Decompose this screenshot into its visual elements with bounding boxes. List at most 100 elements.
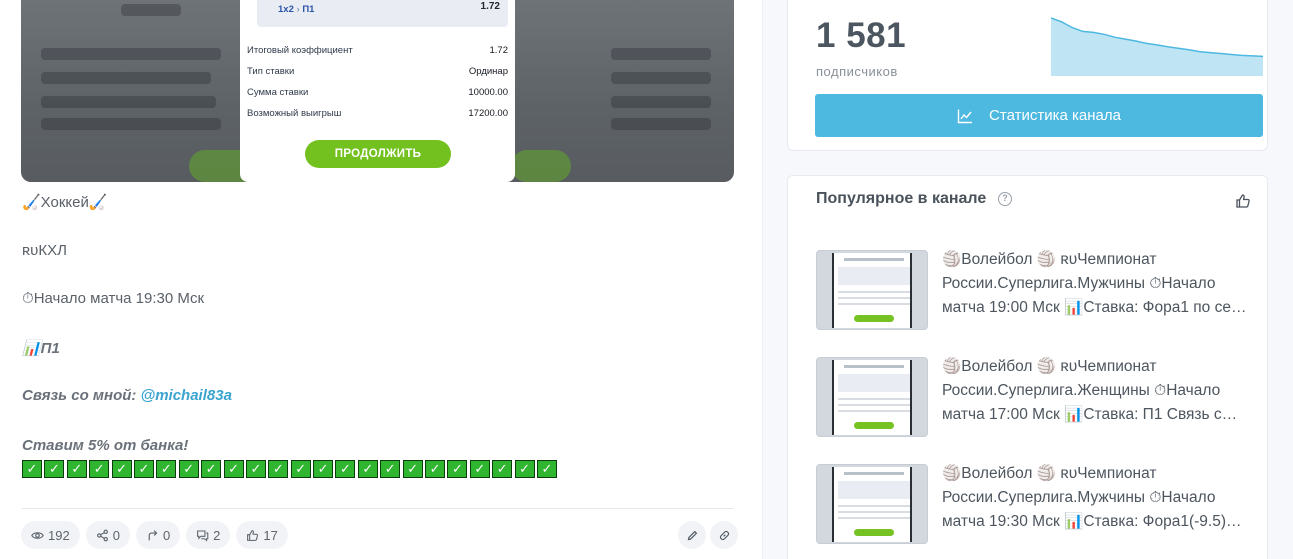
checkmark-icon: ✓ bbox=[178, 460, 199, 478]
line-chart-icon bbox=[957, 109, 973, 123]
bet-selection: П1 bbox=[302, 4, 315, 15]
slip-row-value: 10000.00 bbox=[468, 87, 508, 98]
checkmark-icon: ✓ bbox=[156, 460, 177, 478]
checkmark-icon: ✓ bbox=[335, 460, 356, 478]
bet-slip-selection: 1x2 › П1 1.72 bbox=[257, 0, 508, 27]
views-count: 192 bbox=[48, 527, 70, 543]
post-line-contact: Связь со мной: @michail83a bbox=[22, 387, 232, 404]
chevron-right-icon: › bbox=[296, 4, 300, 15]
popular-item-thumbnail bbox=[816, 250, 928, 330]
blurred-bg bbox=[611, 96, 711, 108]
slip-row-label: Итоговый коэффициент bbox=[247, 45, 353, 56]
checkmark-icon: ✓ bbox=[44, 460, 65, 478]
checkmark-icon: ✓ bbox=[313, 460, 334, 478]
checkmark-icon: ✓ bbox=[514, 460, 535, 478]
checkmark-icon: ✓ bbox=[447, 460, 468, 478]
checkmark-icon: ✓ bbox=[89, 460, 110, 478]
popular-item-thumbnail bbox=[816, 464, 928, 544]
popular-title: Популярное в канале bbox=[816, 190, 987, 207]
popular-item[interactable]: 🏐Волейбол 🏐 ʀᴜЧемпионат России.Суперлига… bbox=[816, 464, 1261, 544]
comment-icon bbox=[197, 530, 209, 541]
channel-stats-label: Статистика канала bbox=[989, 107, 1121, 124]
popular-item-text: 🏐Волейбол 🏐 ʀᴜЧемпионат России.Суперлига… bbox=[942, 251, 1247, 316]
forwards-count: 0 bbox=[162, 527, 171, 543]
checkmark-icon: ✓ bbox=[357, 460, 378, 478]
slip-row-label: Тип ставки bbox=[247, 66, 295, 77]
subscribers-label: подписчиков bbox=[816, 64, 898, 79]
checkmark-row: ✓ ✓ ✓ ✓ ✓ ✓ ✓ ✓ ✓ ✓ ✓ ✓ ✓ ✓ ✓ ✓ ✓ ✓ ✓ ✓ ✓ ✓ ✓ ✓ bbox=[22, 460, 557, 478]
share-button[interactable]: 0 bbox=[85, 521, 130, 549]
slip-row-label: Сумма ставки bbox=[247, 87, 309, 98]
checkmark-icon: ✓ bbox=[201, 460, 222, 478]
trend-area bbox=[1051, 18, 1263, 76]
checkmark-icon: ✓ bbox=[402, 460, 423, 478]
edit-button[interactable] bbox=[678, 521, 706, 549]
checkmark-icon: ✓ bbox=[425, 460, 446, 478]
post-line-sport: 🏑Хоккей🏑 bbox=[22, 194, 108, 211]
blurred-bg bbox=[41, 96, 216, 108]
post-line-time: ⏱Начало матча 19:30 Мск bbox=[22, 290, 205, 307]
checkmark-icon: ✓ bbox=[469, 460, 490, 478]
slip-row-value: Ординар bbox=[468, 66, 508, 77]
subscribers-card: 1 581 подписчиков Статистика канала bbox=[787, 0, 1268, 151]
checkmark-icon: ✓ bbox=[111, 460, 132, 478]
checkmark-icon: ✓ bbox=[290, 460, 311, 478]
share-icon bbox=[96, 529, 108, 541]
blurred-bg bbox=[611, 72, 711, 84]
checkmark-icon: ✓ bbox=[133, 460, 154, 478]
channel-stats-button[interactable]: Статистика канала bbox=[815, 94, 1263, 137]
help-icon[interactable]: ? bbox=[998, 192, 1012, 206]
eye-icon bbox=[31, 531, 44, 539]
blurred-bg bbox=[41, 118, 221, 130]
subscribers-count: 1 581 bbox=[816, 16, 907, 55]
popular-item[interactable]: 🏐Волейбол 🏐 ʀᴜЧемпионат России.Суперлига… bbox=[816, 250, 1261, 330]
post-line-bank: Ставим 5% от банка! bbox=[22, 437, 189, 454]
popular-item-text: 🏐Волейбол 🏐 ʀᴜЧемпионат России.Суперлига… bbox=[942, 465, 1242, 530]
blurred-bg bbox=[41, 72, 211, 84]
blurred-bg bbox=[611, 118, 711, 130]
thumbs-up-icon bbox=[247, 529, 259, 541]
popular-item[interactable]: 🏐Волейбол 🏐 ʀᴜЧемпионат России.Суперлига… bbox=[816, 357, 1261, 437]
checkmark-icon: ✓ bbox=[268, 460, 289, 478]
subscribers-trend-chart bbox=[1051, 17, 1263, 76]
contact-label: Связь со мной: bbox=[22, 387, 141, 404]
link-icon bbox=[719, 530, 729, 540]
blurred-bg bbox=[611, 48, 711, 60]
checkmark-icon: ✓ bbox=[492, 460, 513, 478]
comments-count: 2 bbox=[213, 527, 221, 543]
popular-card: Популярное в канале ? 🏐Волейбол 🏐 ʀᴜЧемп… bbox=[787, 175, 1268, 559]
slip-row-value: 1.72 bbox=[489, 45, 509, 56]
blurred-bg bbox=[511, 150, 571, 182]
views-counter: 192 bbox=[21, 521, 80, 549]
slip-row-label: Возможный выигрыш bbox=[247, 108, 342, 119]
comments-button[interactable]: 2 bbox=[186, 521, 231, 549]
like-button[interactable]: 17 bbox=[236, 521, 288, 549]
post-line-league: ʀᴜКХЛ bbox=[22, 242, 67, 259]
checkmark-icon: ✓ bbox=[223, 460, 244, 478]
channel-sidebar: 1 581 подписчиков Статистика канала Попу… bbox=[762, 0, 1293, 559]
blurred-bg bbox=[121, 4, 181, 16]
checkmark-icon: ✓ bbox=[66, 460, 87, 478]
copy-link-button[interactable] bbox=[710, 521, 738, 549]
slip-row-value: 17200.00 bbox=[468, 108, 508, 119]
bet-market: 1x2 bbox=[278, 4, 294, 15]
contact-link[interactable]: @michail83a bbox=[141, 387, 232, 404]
pencil-icon bbox=[687, 530, 697, 540]
forward-button[interactable]: 0 bbox=[135, 521, 181, 549]
post-line-bet: 📊П1 bbox=[22, 340, 60, 357]
forward-icon bbox=[148, 529, 158, 540]
continue-button: ПРОДОЛЖИТЬ bbox=[305, 140, 451, 168]
thumbs-up-icon[interactable] bbox=[1235, 193, 1251, 209]
post-column: 1x2 › П1 1.72 Итоговый коэффициент 1.72 … bbox=[0, 0, 760, 559]
post-stats: 192 0 0 2 17 bbox=[21, 521, 288, 549]
checkmark-icon: ✓ bbox=[22, 460, 42, 478]
popular-item-thumbnail bbox=[816, 357, 928, 437]
bet-odds: 1.72 bbox=[480, 1, 500, 12]
checkmark-icon: ✓ bbox=[245, 460, 266, 478]
shares-count: 0 bbox=[112, 527, 120, 543]
likes-count: 17 bbox=[263, 527, 278, 543]
popular-item-text: 🏐Волейбол 🏐 ʀᴜЧемпионат России.Суперлига… bbox=[942, 358, 1238, 423]
bet-slip: 1x2 › П1 1.72 Итоговый коэффициент 1.72 … bbox=[240, 0, 515, 182]
post-image[interactable]: 1x2 › П1 1.72 Итоговый коэффициент 1.72 … bbox=[21, 0, 734, 182]
checkmark-icon: ✓ bbox=[536, 460, 557, 478]
